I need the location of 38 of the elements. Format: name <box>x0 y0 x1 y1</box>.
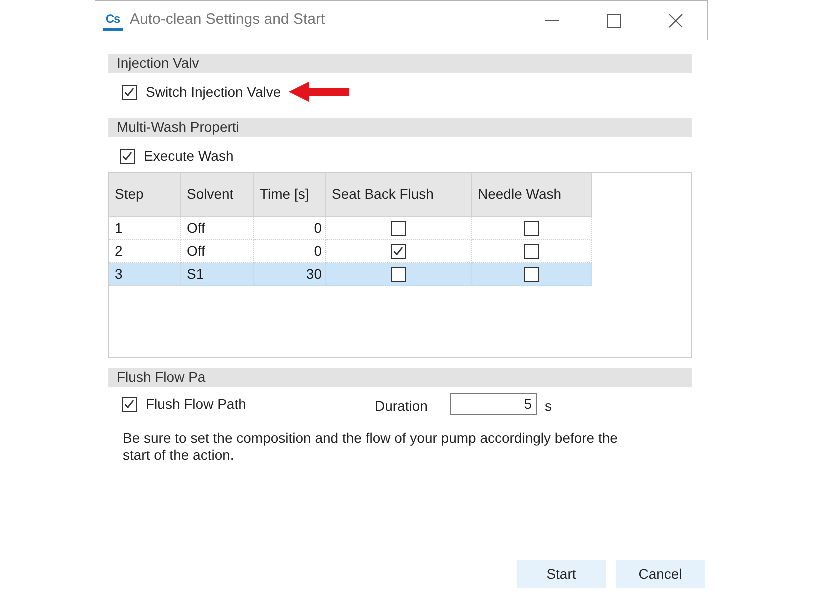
checkbox[interactable] <box>524 266 539 282</box>
checkbox[interactable] <box>122 84 137 100</box>
checkbox-label: Flush Flow Path <box>146 395 246 413</box>
checkbox-label: Switch Injection Valve <box>146 83 282 101</box>
checkbox[interactable] <box>524 244 539 258</box>
unit-label: s <box>545 396 552 416</box>
maximize-icon[interactable] <box>607 14 621 28</box>
checkbox[interactable] <box>120 148 135 164</box>
dialog-button[interactable]: Start <box>517 560 606 588</box>
checkbox[interactable] <box>391 244 406 258</box>
duration-label: Duration <box>375 396 429 416</box>
window-title: Auto-clean Settings and Start <box>130 10 326 30</box>
column-header[interactable]: Solvent <box>181 173 254 217</box>
table-row[interactable]: 1 Off 0 <box>109 217 592 240</box>
column-header[interactable]: Step <box>109 173 181 217</box>
checkbox-label: Execute Wash <box>144 147 234 165</box>
section-header: Flush Flow Pa <box>108 368 692 387</box>
column-header[interactable]: Time [s] <box>254 173 326 217</box>
table-cell: 30 <box>254 263 326 286</box>
arrow-icon <box>289 82 350 102</box>
section-header: Multi-Wash Properti <box>108 118 692 137</box>
duration-field[interactable]: 5 <box>450 393 537 415</box>
table-row[interactable]: 3 S1 30 <box>109 263 592 286</box>
app-logo: Cs <box>103 10 123 30</box>
section-header: Injection Valv <box>108 54 692 73</box>
checkbox[interactable] <box>391 220 406 236</box>
dialog-button[interactable]: Cancel <box>616 560 705 588</box>
note-text: Be sure to set the composition and the flow of your pump accordingly before the start of the action. <box>123 430 619 464</box>
checkbox[interactable] <box>524 220 539 236</box>
close-icon[interactable] <box>669 14 683 28</box>
column-header[interactable]: Seat Back Flush <box>326 173 472 217</box>
column-header[interactable]: Needle Wash <box>472 173 592 217</box>
table-row[interactable]: 2 Off 0 <box>109 240 592 263</box>
table-cell: S1 <box>181 263 254 286</box>
table-cell: 3 <box>109 263 181 286</box>
checkbox[interactable] <box>122 396 137 412</box>
minimize-icon[interactable] <box>545 20 559 22</box>
checkbox[interactable] <box>391 266 406 282</box>
